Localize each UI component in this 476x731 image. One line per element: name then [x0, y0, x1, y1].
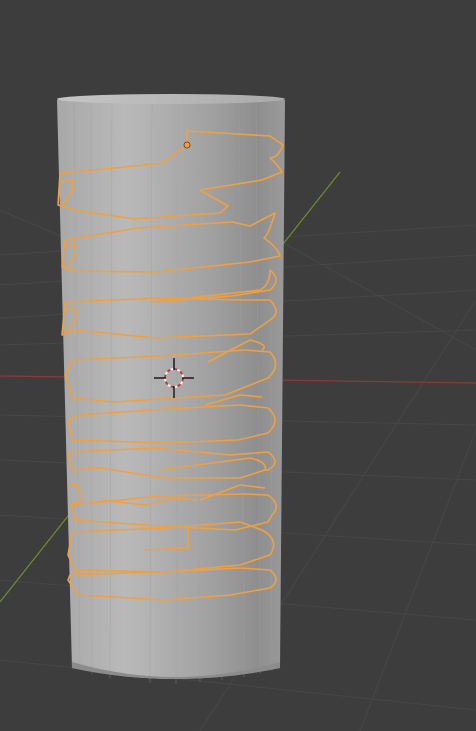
3d-viewport[interactable]: [0, 0, 476, 731]
cylinder-top-cap: [57, 94, 285, 104]
curve-vertex-point[interactable]: [183, 141, 191, 149]
viewport-scene[interactable]: [0, 0, 476, 731]
